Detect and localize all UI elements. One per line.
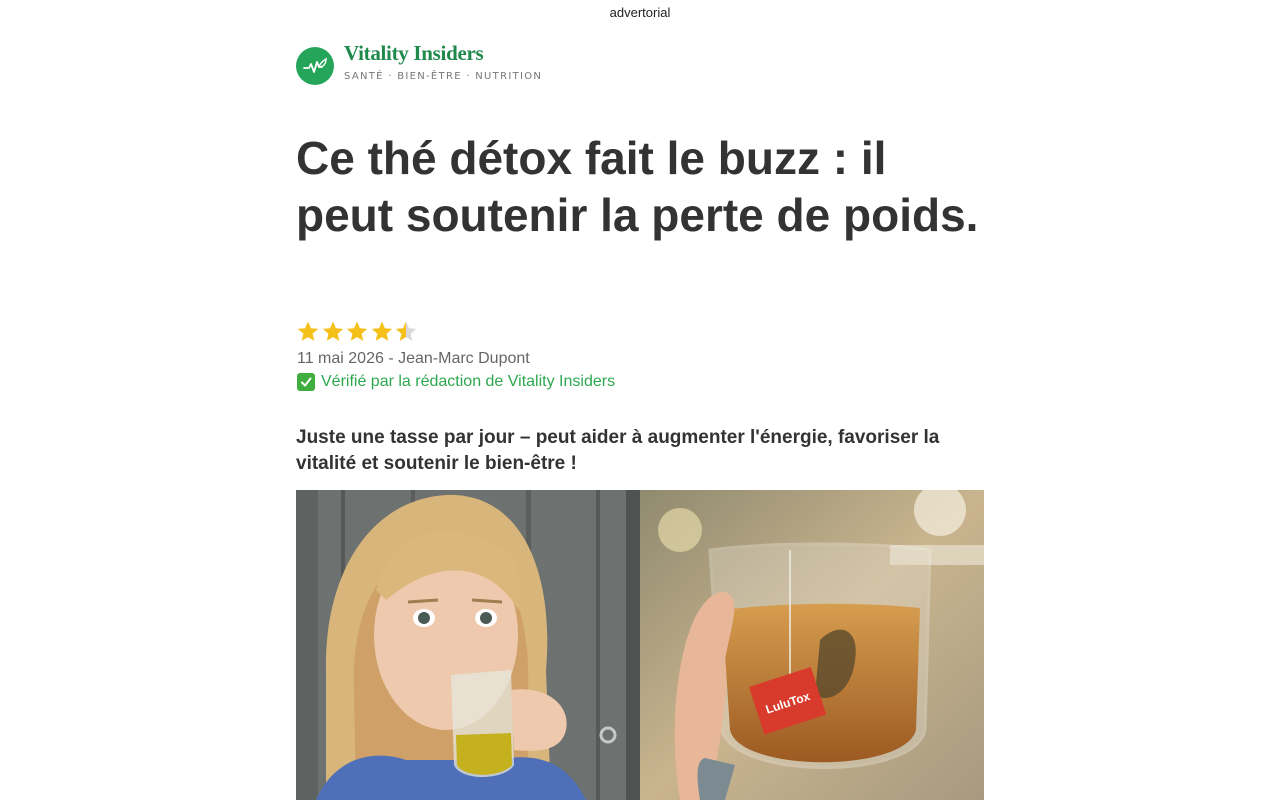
brand-header[interactable]: Vitality Insiders SANTÉ · BIEN-ÊTRE · NU… bbox=[296, 42, 542, 85]
star-icon bbox=[371, 321, 392, 341]
star-icon bbox=[297, 321, 319, 341]
verified-text: Vérifié par la rédaction de Vitality Ins… bbox=[321, 373, 616, 390]
article-date-author: 11 mai 2026 - Jean-Marc Dupont bbox=[297, 350, 530, 367]
woman-drinking-tea-photo bbox=[296, 490, 640, 800]
advertorial-label: advertorial bbox=[609, 5, 671, 20]
star-icon bbox=[346, 321, 368, 341]
heartbeat-leaf-icon bbox=[296, 47, 334, 85]
tea-glass-photo: LuluTox bbox=[640, 490, 984, 800]
article-headline: Ce thé détox fait le buzz : il peut sout… bbox=[296, 132, 979, 241]
hero-images: LuluTox bbox=[296, 490, 984, 800]
article-subheadline: Juste une tasse par jour – peut aider à … bbox=[296, 427, 940, 474]
verified-badge: Vérifié par la rédaction de Vitality Ins… bbox=[297, 373, 615, 391]
brand-name: Vitality Insiders bbox=[344, 41, 484, 65]
check-mark-button-icon bbox=[297, 373, 315, 391]
star-icon bbox=[322, 321, 343, 341]
star-rating bbox=[296, 320, 419, 344]
brand-tagline: SANTÉ · BIEN-ÊTRE · NUTRITION bbox=[344, 71, 543, 82]
star-icon bbox=[395, 321, 417, 341]
